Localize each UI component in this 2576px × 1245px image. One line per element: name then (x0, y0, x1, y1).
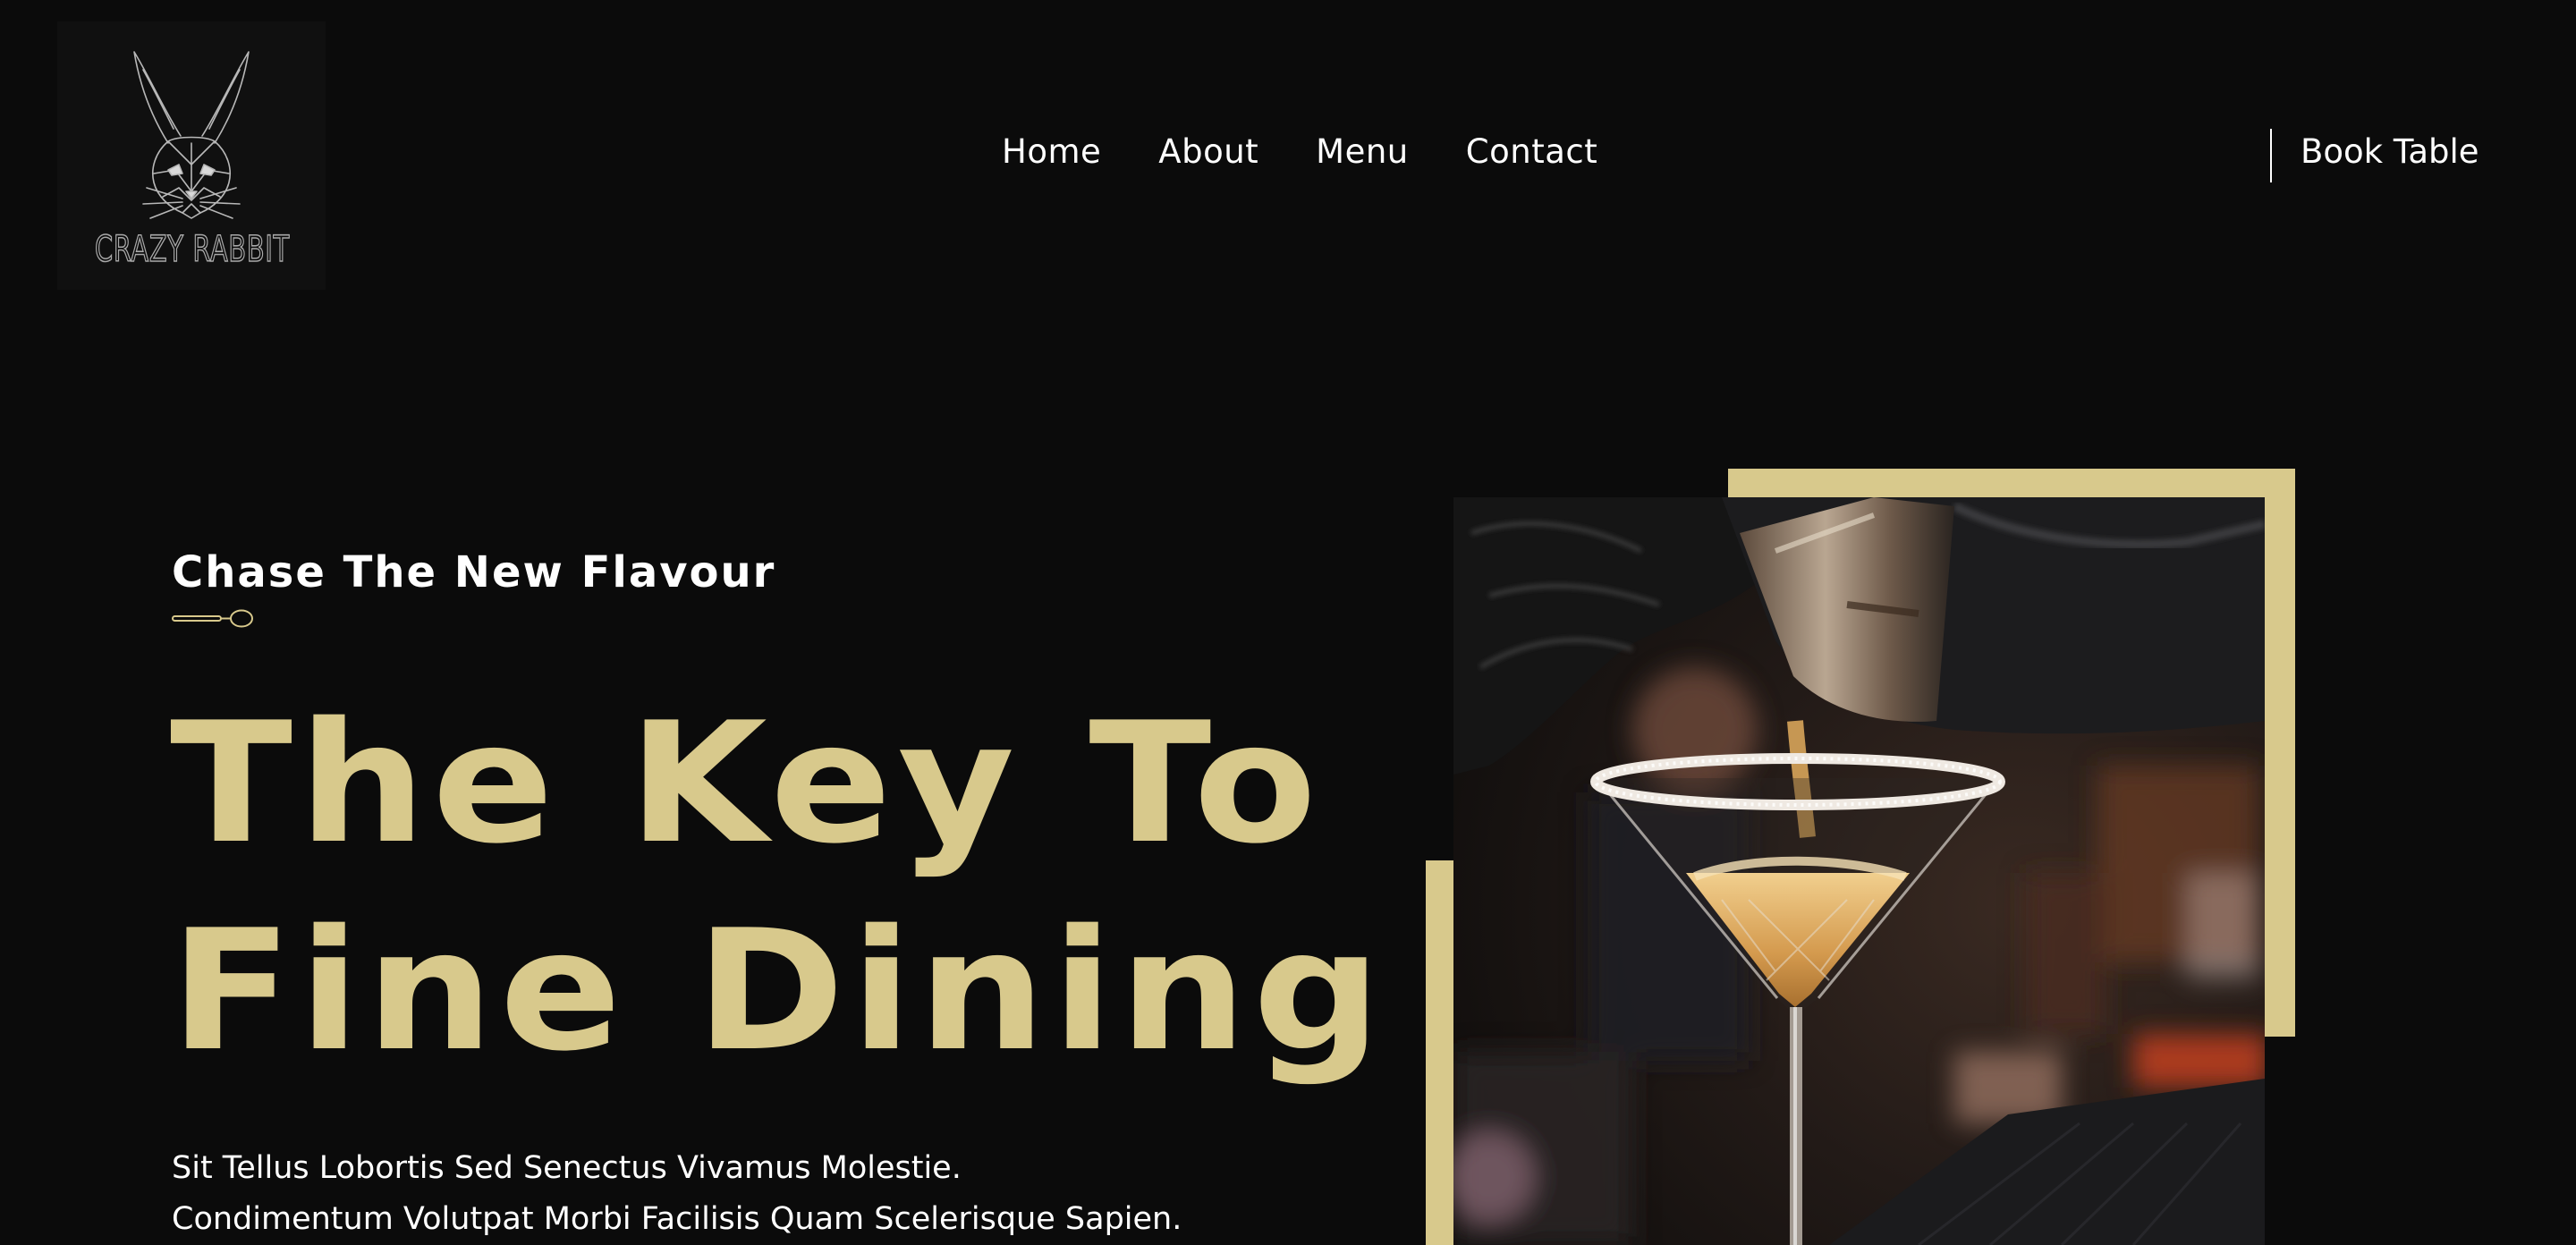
hero-headline: The Key To Fine Dining (170, 680, 1387, 1095)
nav-item-menu[interactable]: Menu (1316, 132, 1409, 171)
cocktail-photo (1453, 497, 2265, 1245)
hero-description-line-2: Condimentum Volutpat Morbi Facilisis Qua… (172, 1201, 1182, 1237)
nav-item-contact[interactable]: Contact (1466, 132, 1597, 171)
hero-description: Sit Tellus Lobortis Sed Senectus Vivamus… (172, 1143, 1182, 1245)
spoon-icon (172, 609, 253, 628)
hero-headline-line-2: Fine Dining (170, 894, 1387, 1088)
hero-cocktail-image (1453, 497, 2265, 1245)
page: CRAZY RABBIT Home About Menu Contact Boo… (0, 0, 2576, 1245)
hero-description-line-1: Sit Tellus Lobortis Sed Senectus Vivamus… (172, 1150, 962, 1186)
nav-item-home[interactable]: Home (1002, 132, 1101, 171)
hero-headline-line-1: The Key To (170, 686, 1323, 880)
nav-item-about[interactable]: About (1158, 132, 1258, 171)
book-table-button[interactable]: Book Table (2301, 132, 2479, 171)
brand-logo[interactable]: CRAZY RABBIT (57, 21, 326, 290)
book-table-divider (2270, 129, 2272, 182)
brand-name: CRAZY RABBIT (94, 228, 290, 271)
main-nav: Home About Menu Contact (1002, 132, 1597, 171)
hero-eyebrow: Chase The New Flavour (172, 547, 776, 597)
